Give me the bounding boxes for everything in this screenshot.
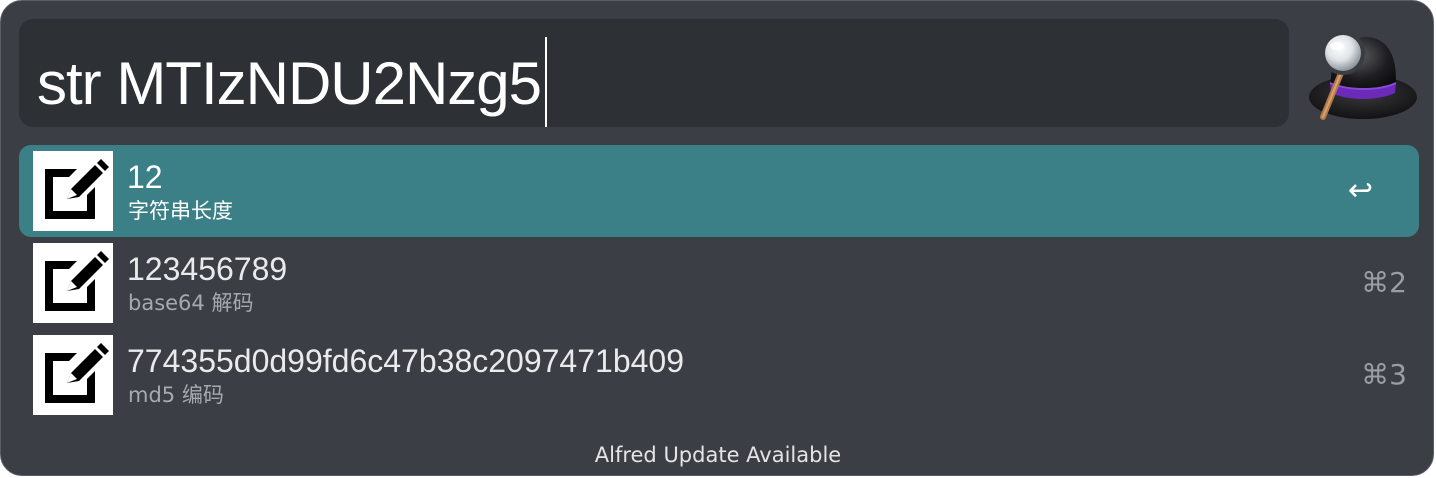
edit-note-icon — [33, 243, 113, 323]
results-list: 12 字符串长度 ↩ 123456789 base64 解码 ⌘2 774355… — [19, 145, 1419, 421]
edit-note-icon — [33, 335, 113, 415]
result-row-3[interactable]: 774355d0d99fd6c47b38c2097471b409 md5 编码 … — [19, 329, 1419, 421]
alfred-window: str MTIzNDU2Nzg5 12 字符串长度 ↩ 123456789 ba… — [0, 0, 1434, 476]
return-key-icon: ↩ — [1347, 173, 1373, 208]
result-title: 12 — [127, 159, 163, 195]
alfred-hat-icon[interactable] — [1303, 25, 1419, 125]
result-row-1[interactable]: 12 字符串长度 ↩ — [19, 145, 1419, 237]
shortcut-label: ⌘2 — [1361, 266, 1407, 299]
result-subtitle: md5 编码 — [128, 383, 224, 407]
result-subtitle: base64 解码 — [128, 291, 254, 315]
result-title: 123456789 — [127, 251, 288, 287]
update-notice[interactable]: Alfred Update Available — [1, 441, 1433, 469]
edit-note-icon — [33, 151, 113, 231]
search-query-text: str MTIzNDU2Nzg5 — [37, 49, 542, 117]
search-input[interactable]: str MTIzNDU2Nzg5 — [37, 37, 548, 127]
shortcut-label: ⌘3 — [1361, 358, 1407, 391]
result-title: 774355d0d99fd6c47b38c2097471b409 — [127, 343, 684, 379]
result-subtitle: 字符串长度 — [128, 199, 233, 223]
result-row-2[interactable]: 123456789 base64 解码 ⌘2 — [19, 237, 1419, 329]
search-box[interactable]: str MTIzNDU2Nzg5 — [19, 19, 1289, 127]
text-caret — [545, 37, 548, 127]
